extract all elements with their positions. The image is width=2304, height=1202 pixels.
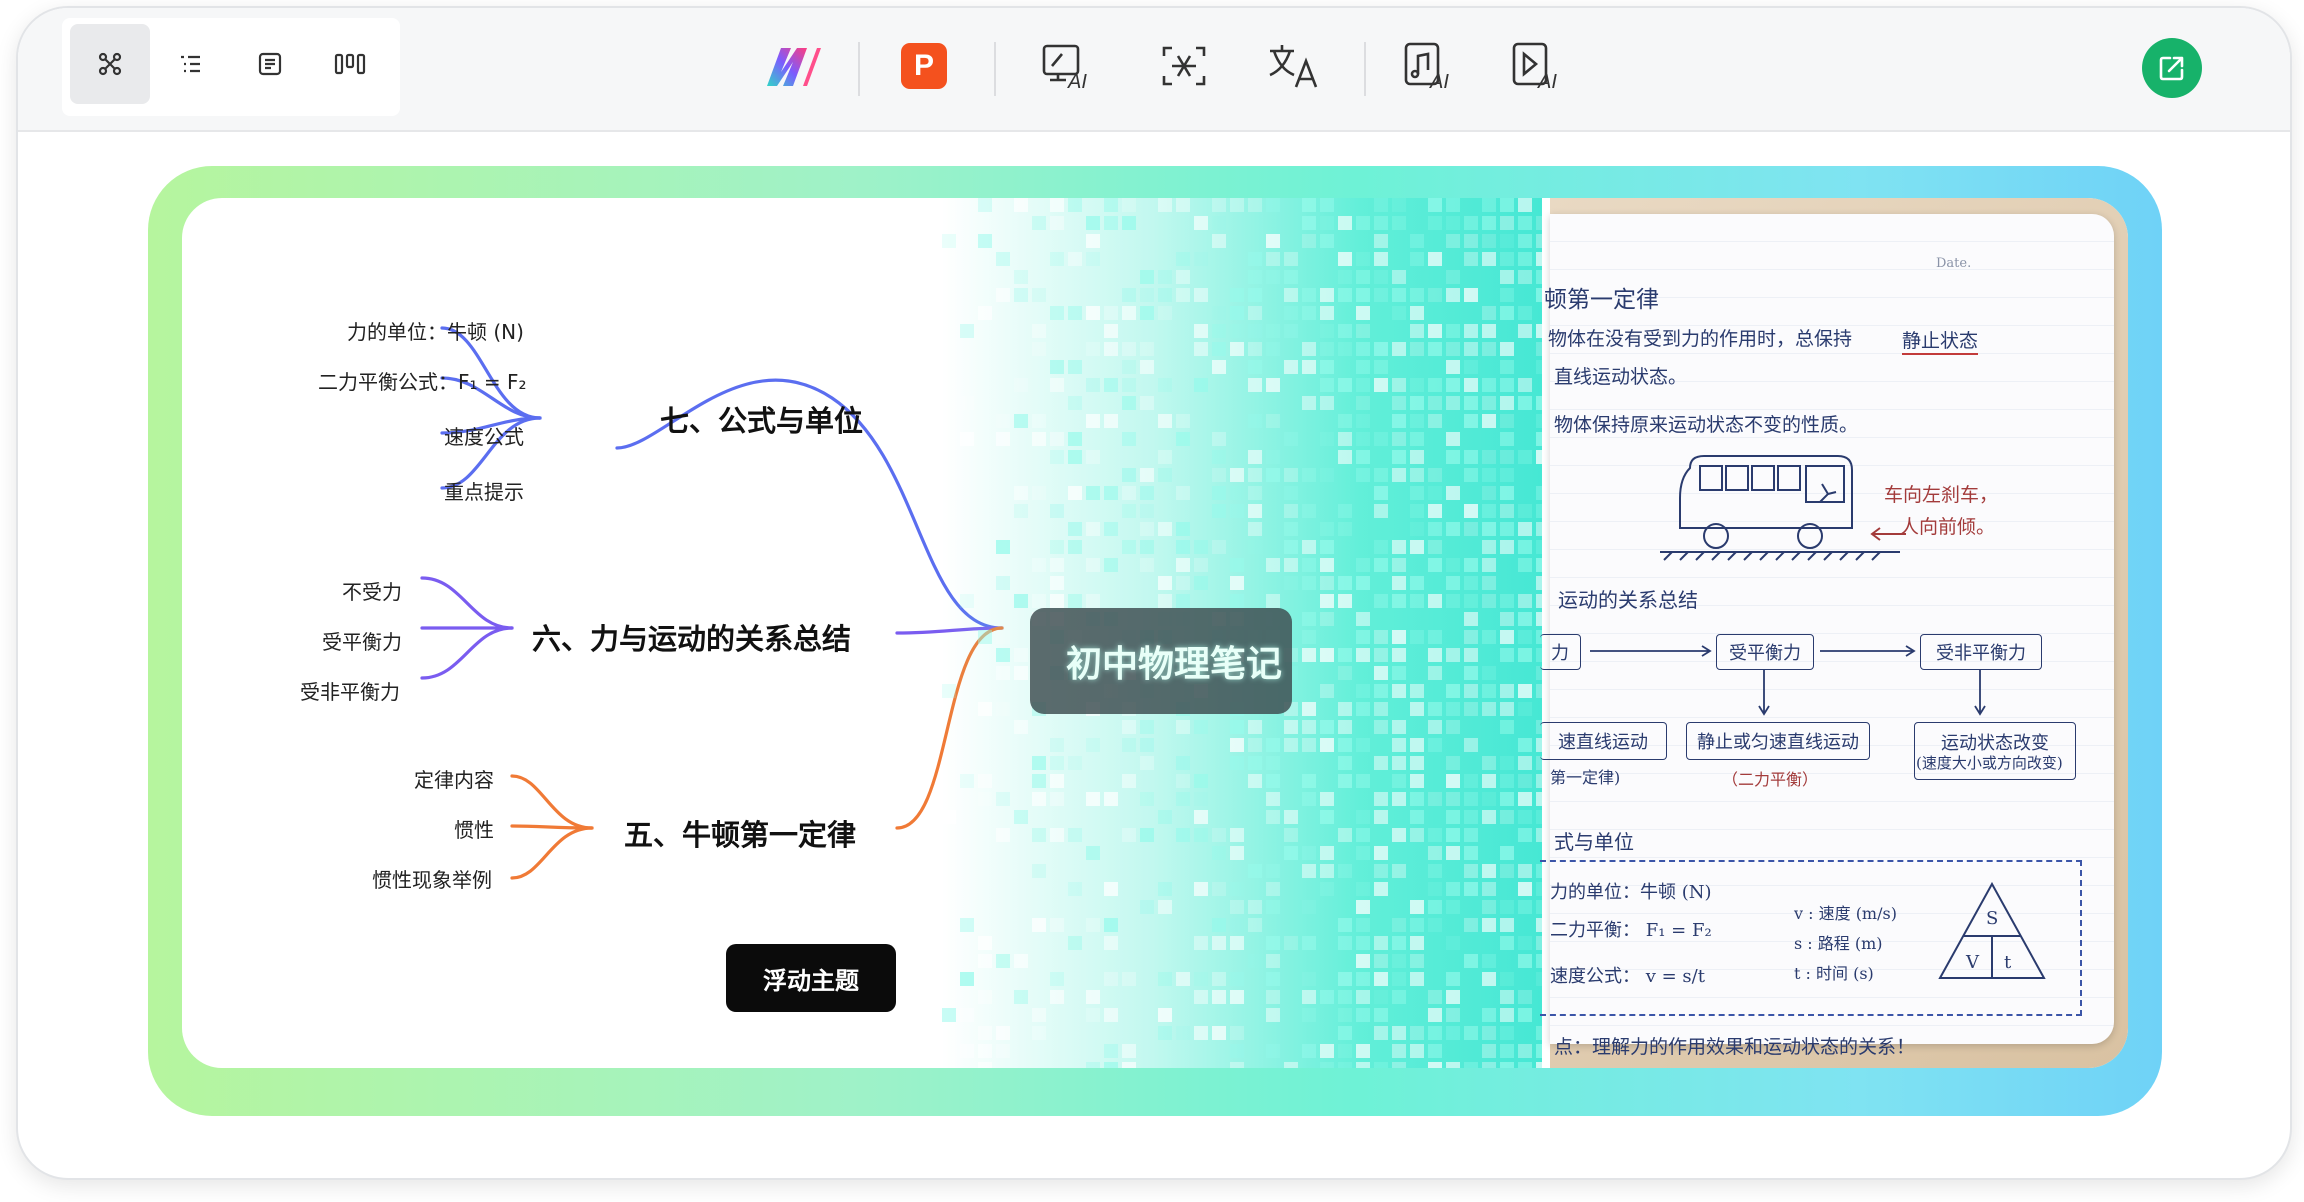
var-t: t : 时间 (s) — [1794, 964, 1874, 983]
ppt-icon-label: P — [913, 49, 934, 82]
flow-note-1: 第一定律) — [1550, 768, 1621, 787]
leaf-balanced-force[interactable]: 受平衡力 — [322, 626, 402, 655]
flow-note-3: (速度大小或方向改变) — [1916, 754, 2063, 772]
leaf-balance-formula[interactable]: 二力平衡公式：F₁ = F₂ — [318, 366, 527, 395]
bus-note-1: 车向左刹车， — [1884, 484, 1999, 506]
flow-arrows — [1590, 645, 1986, 716]
leaf-unbalanced-force[interactable]: 受非平衡力 — [300, 676, 400, 705]
unit-line-2: 二力平衡： F₁ = F₂ — [1550, 920, 1712, 941]
ai-audio-icon[interactable]: AI — [1398, 36, 1458, 96]
unit-line-3: 速度公式： v = s/t — [1550, 966, 1705, 987]
unit-line-1: 力的单位：牛顿 (N) — [1550, 882, 1712, 903]
card-view-icon[interactable] — [230, 24, 310, 104]
date-label: Date. — [1936, 256, 1972, 271]
note-line-1a: 物体在没有受到力的作用时，总保持 — [1548, 328, 1853, 350]
leaf-speed-formula[interactable]: 速度公式 — [444, 421, 524, 450]
leaf-no-force[interactable]: 不受力 — [342, 576, 402, 605]
ai-badge: AI — [1429, 71, 1449, 92]
note-line-1b: 静止状态 — [1902, 326, 1979, 355]
board-view-icon[interactable] — [310, 24, 390, 104]
showcase-frame: 力的单位：牛顿 (N) 二力平衡公式：F₁ = F₂ 速度公式 重点提示 七、公… — [148, 166, 2162, 1116]
leaf-inertia[interactable]: 惯性 — [454, 814, 494, 843]
note-heading-1: 顿第一定律 — [1544, 287, 1659, 313]
note-line-2: 直线运动状态。 — [1554, 366, 1688, 388]
app-logo-icon[interactable] — [762, 36, 822, 96]
ai-badge: AI — [1537, 71, 1557, 92]
branch-force-motion-summary[interactable]: 六、力与运动的关系总结 — [532, 616, 851, 658]
note-line-3: 物体保持原来运动状态不变的性质。 — [1554, 414, 1859, 436]
central-topic[interactable]: 初中物理笔记 — [1030, 608, 1292, 714]
note-heading-3: 式与单位 — [1554, 830, 1634, 854]
ai-generate-icon[interactable]: AI — [1036, 36, 1096, 96]
top-toolbar: P AI AI AI — [18, 8, 2290, 132]
floating-topic[interactable]: 浮动主题 — [726, 944, 896, 1012]
branch-newton-first-law[interactable]: 五、牛顿第一定律 — [624, 812, 856, 854]
flow-result-1: 速直线运动 — [1540, 722, 1667, 760]
outline-view-icon[interactable] — [150, 24, 230, 104]
flow-note-2: （二力平衡） — [1722, 770, 1819, 789]
ai-badge: AI — [1067, 71, 1087, 92]
ocr-scan-icon[interactable] — [1154, 36, 1214, 96]
note-heading-2: 运动的关系总结 — [1558, 588, 1698, 612]
share-export-button[interactable] — [2142, 38, 2202, 98]
arrow-left-icon — [1870, 527, 1906, 541]
central-topic-label: 初中物理笔记 — [1066, 644, 1283, 685]
notebook-photo: Date. 顿第一定律 物体在没有受到力的作用时，总保持 静止状态 直线运动状态… — [1540, 198, 2128, 1068]
tri-s: S — [1986, 908, 1998, 929]
svt-triangle: S V t — [1938, 881, 2046, 979]
translate-icon[interactable] — [1264, 36, 1324, 96]
flow-result-2: 静止或匀速直线运动 — [1686, 722, 1870, 760]
app-window: P AI AI AI 力的单位：牛顿 (N) 二力平衡公式：F₁ = F₂ 速度… — [16, 6, 2292, 1180]
share-export-icon — [2159, 56, 2184, 81]
tri-v: V — [1965, 952, 1980, 973]
notebook-page: Date. 顿第一定律 物体在没有受到力的作用时，总保持 静止状态 直线运动状态… — [1540, 214, 2114, 1058]
branch-formulas-units[interactable]: 七、公式与单位 — [660, 398, 863, 440]
bus-note-2: 人向前倾。 — [1900, 516, 1996, 538]
ai-video-icon[interactable]: AI — [1506, 36, 1566, 96]
var-v: v : 速度 (m/s) — [1794, 904, 1897, 923]
leaf-law-content[interactable]: 定律内容 — [414, 764, 494, 793]
note-footer: 点：理解力的作用效果和运动状态的关系！ — [1554, 1036, 1916, 1058]
leaf-force-unit[interactable]: 力的单位：牛顿 (N) — [347, 316, 524, 345]
tri-t: t — [2004, 952, 2012, 973]
mindmap-canvas: 力的单位：牛顿 (N) 二力平衡公式：F₁ = F₂ 速度公式 重点提示 七、公… — [182, 198, 2128, 1068]
var-s: s : 路程 (m) — [1794, 934, 1883, 953]
mindmap-view-icon[interactable] — [70, 24, 150, 104]
view-mode-switcher — [62, 18, 400, 116]
bus-sketch-illustration — [1660, 455, 1900, 561]
ppt-icon[interactable]: P — [894, 36, 954, 96]
leaf-inertia-examples[interactable]: 惯性现象举例 — [372, 864, 492, 893]
leaf-key-tips[interactable]: 重点提示 — [444, 476, 524, 505]
